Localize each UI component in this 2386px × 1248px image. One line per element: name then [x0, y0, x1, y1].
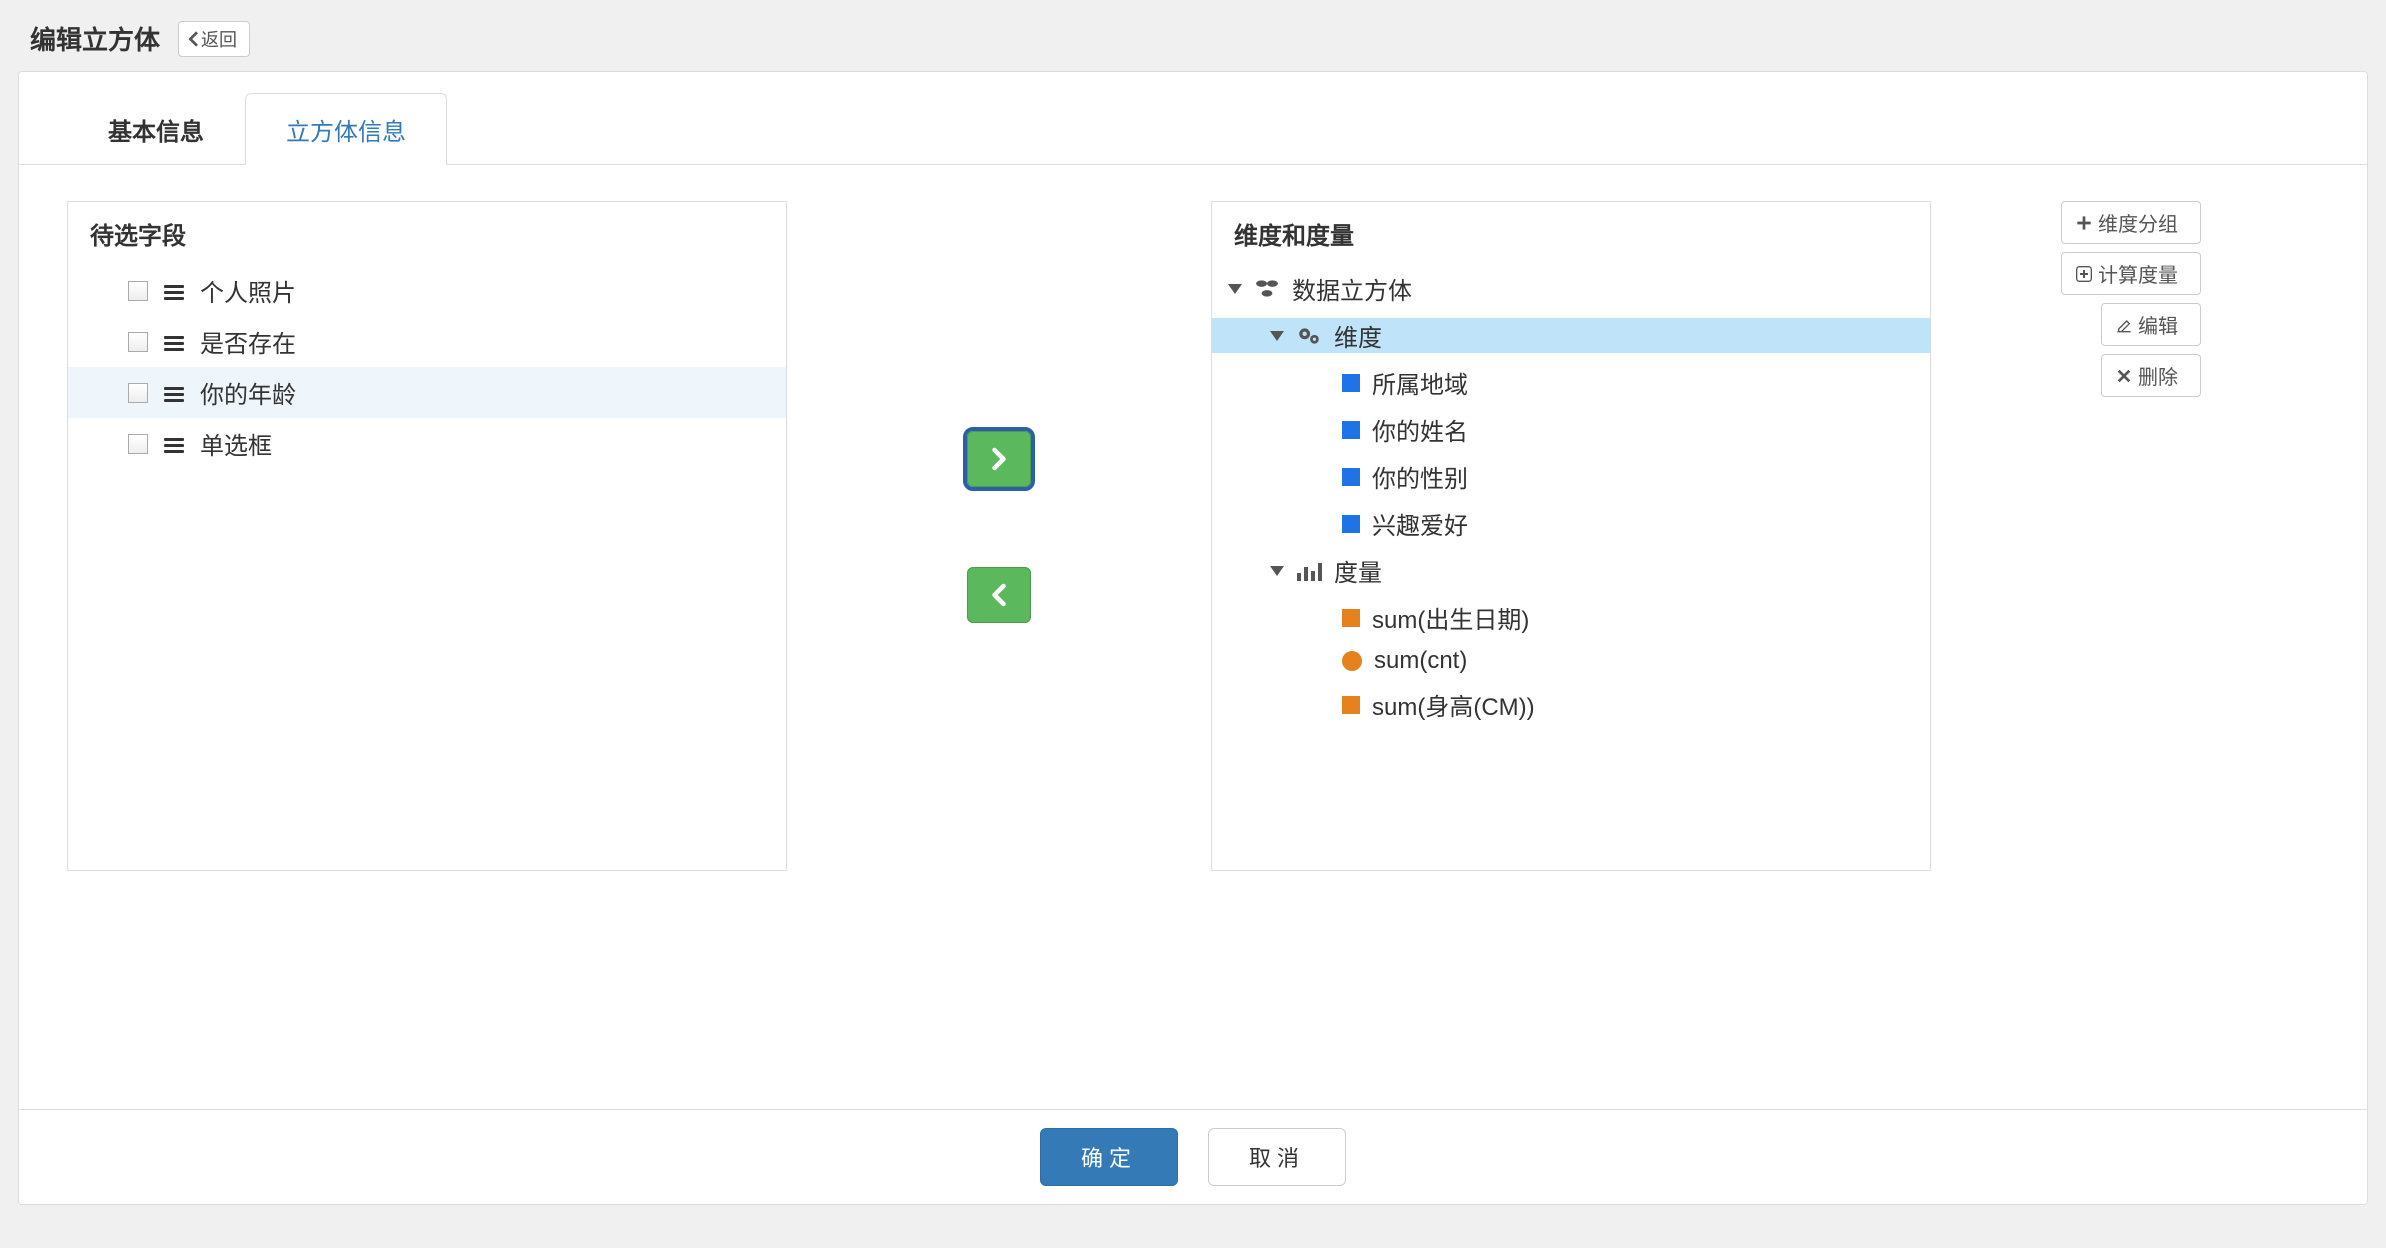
- move-right-button[interactable]: [967, 431, 1031, 487]
- app-window: 编辑立方体 返回 基本信息 立方体信息 待选字段: [0, 0, 2386, 1248]
- checkbox[interactable]: [128, 383, 148, 403]
- dimensions-measures-panel: 维度和度量 数据立方体: [1211, 201, 1931, 871]
- button-label: 删除: [2138, 361, 2178, 390]
- add-calc-measure-button[interactable]: 计算度量: [2061, 252, 2201, 295]
- field-label: 个人照片: [200, 273, 296, 308]
- drag-handle-icon[interactable]: [164, 384, 184, 402]
- plus-square-icon: [2076, 266, 2092, 282]
- tree-node-root[interactable]: 数据立方体: [1212, 265, 1930, 312]
- move-left-button[interactable]: [967, 567, 1031, 623]
- content-area: 基本信息 立方体信息 待选字段 个人照片: [18, 71, 2368, 1205]
- tree-node-label: 你的性别: [1372, 459, 1468, 494]
- dimensions-measures-title: 维度和度量: [1212, 202, 1930, 265]
- tree-node-dimension[interactable]: 你的性别: [1212, 453, 1930, 500]
- cube-tree: 数据立方体 维度: [1212, 265, 1930, 728]
- tree-node-label: 维度: [1334, 318, 1382, 353]
- tree-node-label: sum(cnt): [1374, 647, 1467, 675]
- field-label: 你的年龄: [200, 375, 296, 410]
- available-fields-title: 待选字段: [68, 202, 786, 265]
- tab-bar: 基本信息 立方体信息: [19, 72, 2367, 165]
- tree-node-measure[interactable]: sum(出生日期): [1212, 594, 1930, 641]
- tree-actions: 维度分组 计算度量 编辑 删除: [1931, 201, 2201, 397]
- gears-icon: [1296, 325, 1322, 347]
- chevron-left-icon: [990, 583, 1008, 607]
- tree-node-measure-group[interactable]: 度量: [1212, 547, 1930, 594]
- checkbox[interactable]: [128, 434, 148, 454]
- field-item[interactable]: 是否存在: [68, 316, 786, 367]
- field-label: 单选框: [200, 426, 272, 461]
- close-icon: [2116, 368, 2132, 384]
- expand-toggle-icon[interactable]: [1270, 331, 1284, 341]
- ok-button[interactable]: 确定: [1040, 1128, 1178, 1186]
- tree-node-label: sum(身高(CM)): [1372, 687, 1535, 722]
- available-fields-panel: 待选字段 个人照片 是否存在 你的年龄: [67, 201, 787, 871]
- add-dimension-group-button[interactable]: 维度分组: [2061, 201, 2201, 244]
- expand-toggle-icon[interactable]: [1228, 284, 1242, 294]
- button-label: 计算度量: [2098, 259, 2178, 288]
- button-label: 确定: [1081, 1146, 1137, 1171]
- tree-node-label: 所属地域: [1372, 365, 1468, 400]
- calc-measure-icon: [1342, 651, 1362, 671]
- tree-node-measure[interactable]: sum(cnt): [1212, 641, 1930, 681]
- tree-node-dimension[interactable]: 你的姓名: [1212, 406, 1930, 453]
- tree-node-label: 度量: [1334, 553, 1382, 588]
- drag-handle-icon[interactable]: [164, 333, 184, 351]
- button-label: 编辑: [2138, 310, 2178, 339]
- dimension-icon: [1342, 468, 1360, 486]
- cube-icon: [1254, 278, 1280, 300]
- dimension-icon: [1342, 374, 1360, 392]
- chevron-right-icon: [990, 447, 1008, 471]
- page-header: 编辑立方体 返回: [0, 0, 2386, 71]
- chevron-left-icon: [187, 31, 199, 47]
- dimension-icon: [1342, 515, 1360, 533]
- back-button[interactable]: 返回: [178, 21, 250, 57]
- tree-node-label: 兴趣爱好: [1372, 506, 1468, 541]
- transfer-buttons: [787, 201, 1211, 623]
- edit-button[interactable]: 编辑: [2101, 303, 2201, 346]
- delete-button[interactable]: 删除: [2101, 354, 2201, 397]
- editor-body: 待选字段 个人照片 是否存在 你的年龄: [19, 165, 2367, 871]
- tab-label: 基本信息: [108, 119, 204, 146]
- tree-node-dimension[interactable]: 兴趣爱好: [1212, 500, 1930, 547]
- field-item[interactable]: 个人照片: [68, 265, 786, 316]
- field-label: 是否存在: [200, 324, 296, 359]
- tree-node-measure[interactable]: sum(身高(CM)): [1212, 681, 1930, 728]
- tab-label: 立方体信息: [286, 119, 406, 146]
- page-title: 编辑立方体: [30, 20, 160, 57]
- tab-basic-info[interactable]: 基本信息: [67, 93, 245, 165]
- field-item[interactable]: 单选框: [68, 418, 786, 469]
- dimension-icon: [1342, 421, 1360, 439]
- drag-handle-icon[interactable]: [164, 435, 184, 453]
- edit-icon: [2116, 317, 2132, 333]
- measure-icon: [1342, 609, 1360, 627]
- tab-cube-info[interactable]: 立方体信息: [245, 93, 447, 165]
- field-item[interactable]: 你的年龄: [68, 367, 786, 418]
- checkbox[interactable]: [128, 281, 148, 301]
- button-label: 取消: [1249, 1146, 1305, 1171]
- tree-node-dimension[interactable]: 所属地域: [1212, 359, 1930, 406]
- back-button-label: 返回: [201, 26, 237, 52]
- checkbox[interactable]: [128, 332, 148, 352]
- tree-node-label: 数据立方体: [1292, 271, 1412, 306]
- tree-node-label: sum(出生日期): [1372, 600, 1529, 635]
- footer-actions: 确定 取消: [19, 1109, 2367, 1204]
- expand-toggle-icon[interactable]: [1270, 566, 1284, 576]
- bar-chart-icon: [1296, 560, 1322, 582]
- tree-node-label: 你的姓名: [1372, 412, 1468, 447]
- plus-icon: [2076, 215, 2092, 231]
- measure-icon: [1342, 696, 1360, 714]
- button-label: 维度分组: [2098, 208, 2178, 237]
- tree-node-dimension-group[interactable]: 维度: [1212, 312, 1930, 359]
- available-fields-list: 个人照片 是否存在 你的年龄 单选框: [68, 265, 786, 469]
- drag-handle-icon[interactable]: [164, 282, 184, 300]
- cancel-button[interactable]: 取消: [1208, 1128, 1346, 1186]
